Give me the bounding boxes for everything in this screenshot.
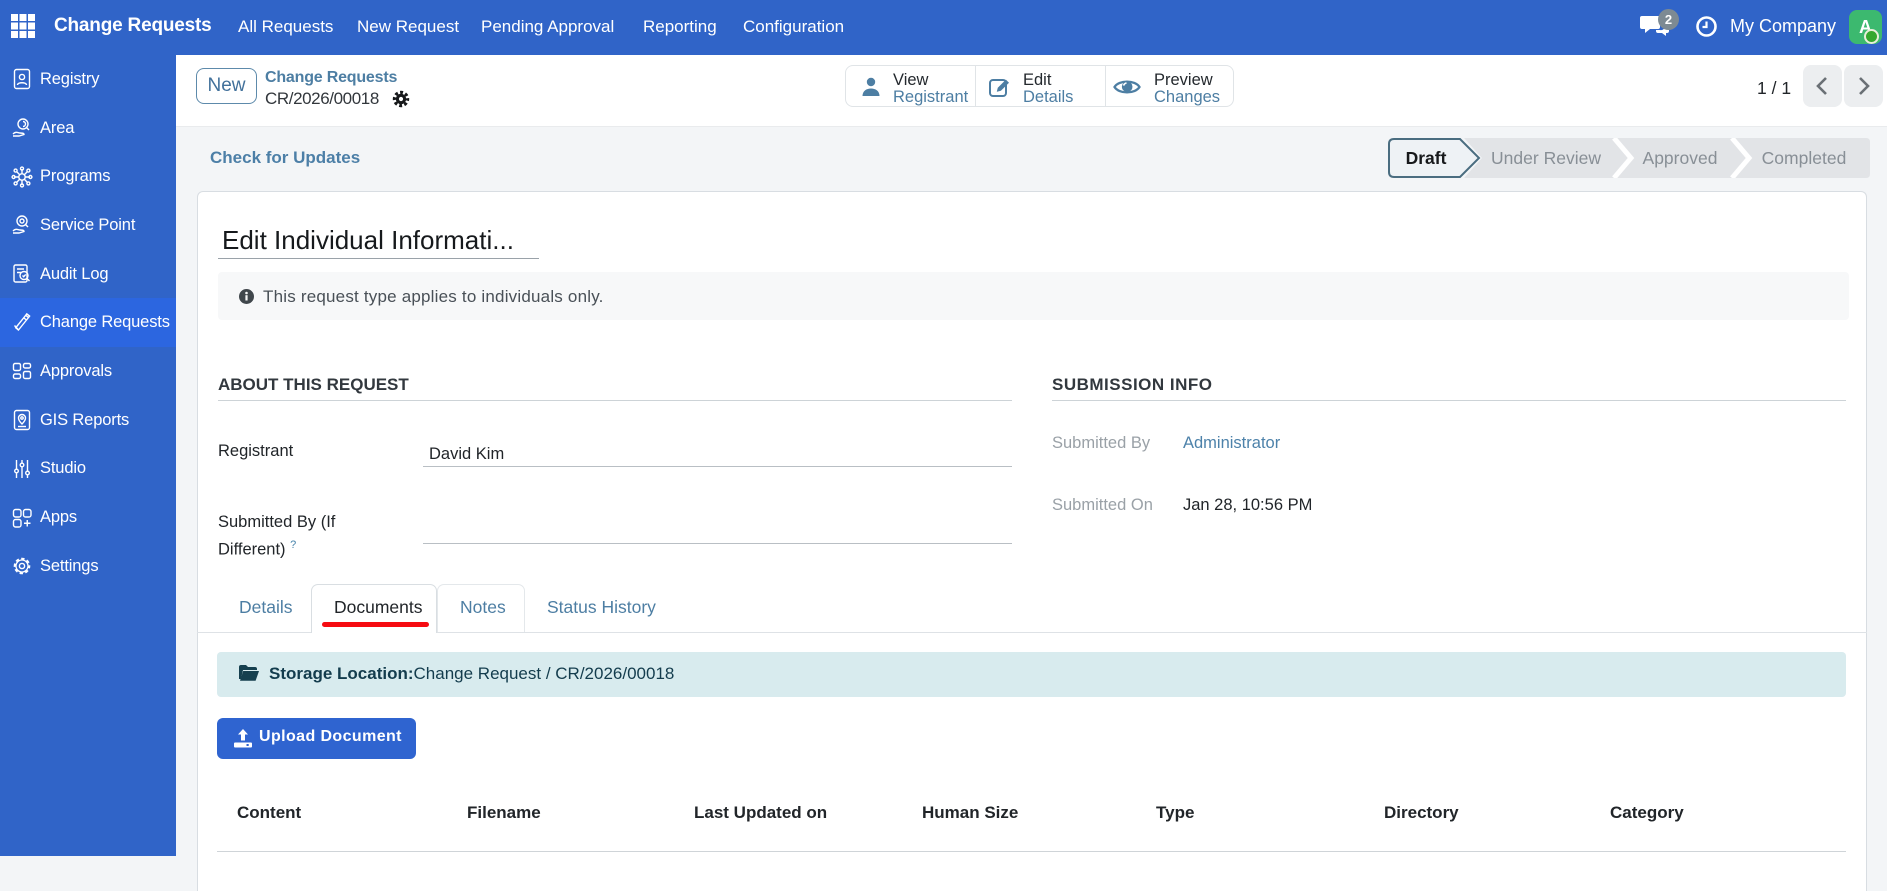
svg-text:Approved: Approved: [1643, 148, 1718, 168]
svg-text:Draft: Draft: [1406, 148, 1447, 168]
svg-text:Under Review: Under Review: [1491, 148, 1601, 168]
svg-text:Completed: Completed: [1762, 148, 1847, 168]
